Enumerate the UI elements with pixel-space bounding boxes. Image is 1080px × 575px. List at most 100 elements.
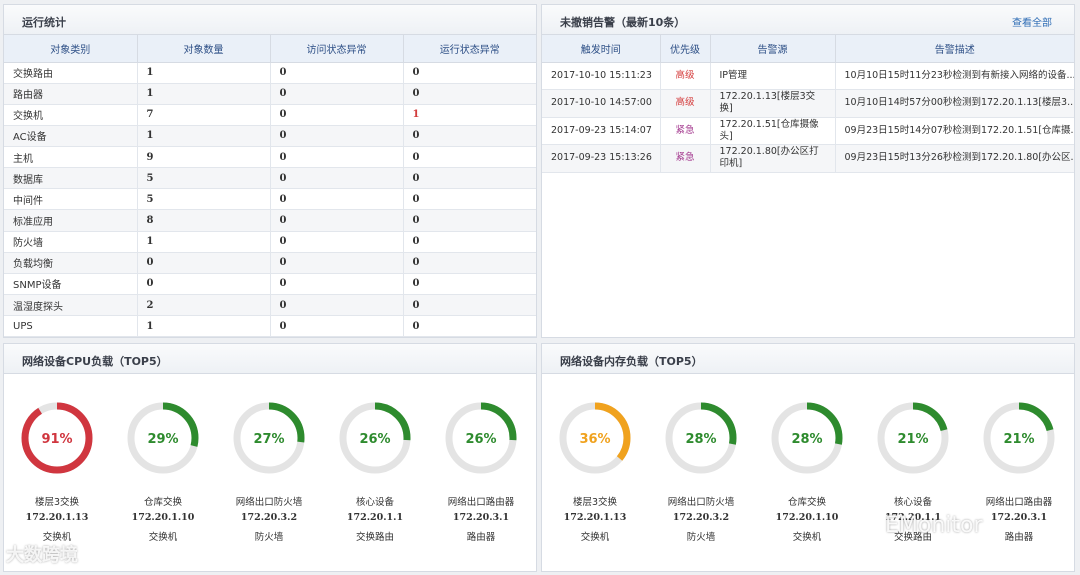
column-header[interactable]: 优先级: [660, 35, 711, 63]
alarm-priority-cell: 紧急: [660, 144, 711, 173]
alarm-row[interactable]: 2017-09-23 15:13:26 紧急 172.20.1.80[办公区打印机]…: [542, 144, 1074, 173]
gauge-item[interactable]: 21% 网络出口路由器 172.20.3.1 路由器: [969, 398, 1069, 543]
run-abnormal-cell: 0: [403, 83, 536, 105]
gauge-item[interactable]: 28% 网络出口防火墙 172.20.3.2 防火墙: [651, 398, 751, 543]
column-header[interactable]: 告警描述: [835, 35, 1074, 63]
alarm-priority-cell: 高级: [660, 89, 711, 118]
gauge-device-ip: 172.20.3.1: [452, 512, 510, 523]
gauge-item[interactable]: 26% 核心设备 172.20.1.1 交换路由: [325, 398, 425, 543]
count-cell: 0: [137, 252, 271, 274]
column-header[interactable]: 对象数量: [137, 35, 271, 63]
category-cell: SNMP设备: [4, 273, 138, 296]
access-abnormal-cell: 0: [270, 104, 404, 126]
gauge-device-ip: 172.20.3.1: [990, 512, 1048, 523]
column-header[interactable]: 运行状态异常: [403, 35, 536, 63]
stats-table: 对象类别 对象数量 访问状态异常 运行状态异常 交换路由 1 0 0 路由器 1 0 0 交换机…: [4, 35, 536, 337]
gauge-ring: 36%: [559, 402, 631, 474]
column-header[interactable]: 告警源: [710, 35, 836, 63]
gauge-item[interactable]: 36% 楼层3交换 172.20.1.13 交换机: [545, 398, 645, 543]
access-abnormal-cell: 0: [270, 62, 404, 84]
access-abnormal-cell: 0: [270, 83, 404, 105]
alarm-priority-cell: 紧急: [660, 117, 711, 145]
access-abnormal-cell: 0: [270, 315, 404, 337]
count-cell: 1: [137, 315, 271, 337]
gauge-device-ip: 172.20.1.13: [25, 512, 89, 523]
access-abnormal-cell: 0: [270, 231, 404, 253]
gauge-item[interactable]: 29% 仓库交换 172.20.1.10 交换机: [113, 398, 213, 543]
count-cell: 2: [137, 294, 271, 317]
gauge-percent-label: 91%: [41, 432, 72, 447]
category-cell: 路由器: [4, 83, 138, 105]
alarm-row[interactable]: 2017-10-10 15:11:23 高级 IP管理 10月10日15时11分23秒…: [542, 62, 1074, 90]
table-row: 防火墙 1 0 0: [4, 231, 536, 253]
alarm-time-cell: 2017-10-10 14:57:00: [542, 89, 661, 118]
view-all-link[interactable]: 查看全部: [1012, 14, 1052, 29]
gauge-device-type: 防火墙: [254, 532, 284, 543]
gauge-device-type: 防火墙: [686, 532, 716, 543]
gauge-ring: 28%: [771, 402, 843, 474]
table-row: 中间件 5 0 0: [4, 188, 536, 211]
gauge-percent-label: 21%: [897, 432, 928, 447]
access-abnormal-cell: 0: [270, 294, 404, 317]
gauge-device-type: 路由器: [1004, 532, 1034, 543]
alarms-panel-title: 未撤销告警（最新10条）: [560, 16, 686, 29]
table-row: SNMP设备 0 0 0: [4, 273, 536, 296]
gauge-ring: 91%: [21, 402, 93, 474]
run-abnormal-cell: 0: [403, 273, 536, 296]
alarm-time-cell: 2017-10-10 15:11:23: [542, 62, 661, 90]
alarm-desc-cell: 10月10日15时11分23秒检测到有新接入网络的设备...: [835, 62, 1074, 90]
category-cell: AC设备: [4, 125, 138, 148]
gauge-device-type: 交换机: [580, 532, 610, 543]
memory-gauges: 36% 楼层3交换 172.20.1.13 交换机 28% 网络出口防火墙 172.20.3…: [542, 374, 1074, 571]
access-abnormal-cell: 0: [270, 125, 404, 148]
stats-panel-title: 运行统计: [22, 16, 66, 29]
alarm-row[interactable]: 2017-09-23 15:14:07 紧急 172.20.1.51[仓库摄像头] 0…: [542, 117, 1074, 145]
table-row: 数据库 5 0 0: [4, 167, 536, 190]
gauge-item[interactable]: 27% 网络出口防火墙 172.20.3.2 防火墙: [219, 398, 319, 543]
memory-panel-header: 网络设备内存负载（TOP5）: [542, 344, 1074, 374]
access-abnormal-cell: 0: [270, 252, 404, 274]
watermark-right: EMonitor: [885, 513, 983, 538]
column-header[interactable]: 触发时间: [542, 35, 661, 63]
run-abnormal-cell: 0: [403, 231, 536, 253]
count-cell: 5: [137, 188, 271, 211]
cpu-panel-header: 网络设备CPU负载（TOP5）: [4, 344, 536, 374]
count-cell: 8: [137, 209, 271, 232]
column-header[interactable]: 对象类别: [4, 35, 138, 63]
column-header[interactable]: 访问状态异常: [270, 35, 404, 63]
table-row: UPS 1 0 0: [4, 315, 536, 337]
gauge-ring: 28%: [665, 402, 737, 474]
access-abnormal-cell: 0: [270, 209, 404, 232]
run-abnormal-cell: 0: [403, 252, 536, 274]
run-abnormal-cell: 0: [403, 125, 536, 148]
category-cell: 负载均衡: [4, 252, 138, 274]
gauge-device-name: 核心设备: [355, 497, 394, 508]
gauge-device-ip: 172.20.1.13: [563, 512, 627, 523]
category-cell: 温湿度探头: [4, 294, 138, 317]
stats-panel: 运行统计 对象类别 对象数量 访问状态异常 运行状态异常 交换路由 1 0 0 路由器 1…: [3, 4, 537, 338]
access-abnormal-cell: 0: [270, 167, 404, 190]
gauge-item[interactable]: 28% 仓库交换 172.20.1.10 交换机: [757, 398, 857, 543]
alarm-row[interactable]: 2017-10-10 14:57:00 高级 172.20.1.13[楼层3交换] 1…: [542, 89, 1074, 118]
gauge-item[interactable]: 91% 楼层3交换 172.20.1.13 交换机: [7, 398, 107, 543]
gauge-percent-label: 29%: [147, 432, 178, 447]
gauge-ring: 21%: [877, 402, 949, 474]
category-cell: 数据库: [4, 167, 138, 190]
gauge-percent-label: 21%: [1003, 432, 1034, 447]
gauge-ring: 26%: [445, 402, 517, 474]
gauge-device-name: 网络出口路由器: [447, 497, 515, 508]
table-row: 交换机 7 0 1: [4, 104, 536, 126]
cpu-panel: 网络设备CPU负载（TOP5） 91% 楼层3交换 172.20.1.13 交换机 29…: [3, 343, 537, 572]
cpu-gauges: 91% 楼层3交换 172.20.1.13 交换机 29% 仓库交换 172.20.1.10…: [4, 374, 536, 571]
run-abnormal-cell: 0: [403, 167, 536, 190]
stats-header-row: 对象类别 对象数量 访问状态异常 运行状态异常: [4, 35, 536, 63]
gauge-device-name: 核心设备: [893, 497, 932, 508]
category-cell: 主机: [4, 146, 138, 169]
gauge-device-name: 网络出口防火墙: [235, 497, 303, 508]
table-row: 路由器 1 0 0: [4, 83, 536, 105]
cpu-panel-title: 网络设备CPU负载（TOP5）: [22, 355, 168, 368]
category-cell: 防火墙: [4, 231, 138, 253]
gauge-item[interactable]: 26% 网络出口路由器 172.20.3.1 路由器: [431, 398, 531, 543]
access-abnormal-cell: 0: [270, 273, 404, 296]
watermark-left: 大数跨境: [6, 545, 78, 566]
